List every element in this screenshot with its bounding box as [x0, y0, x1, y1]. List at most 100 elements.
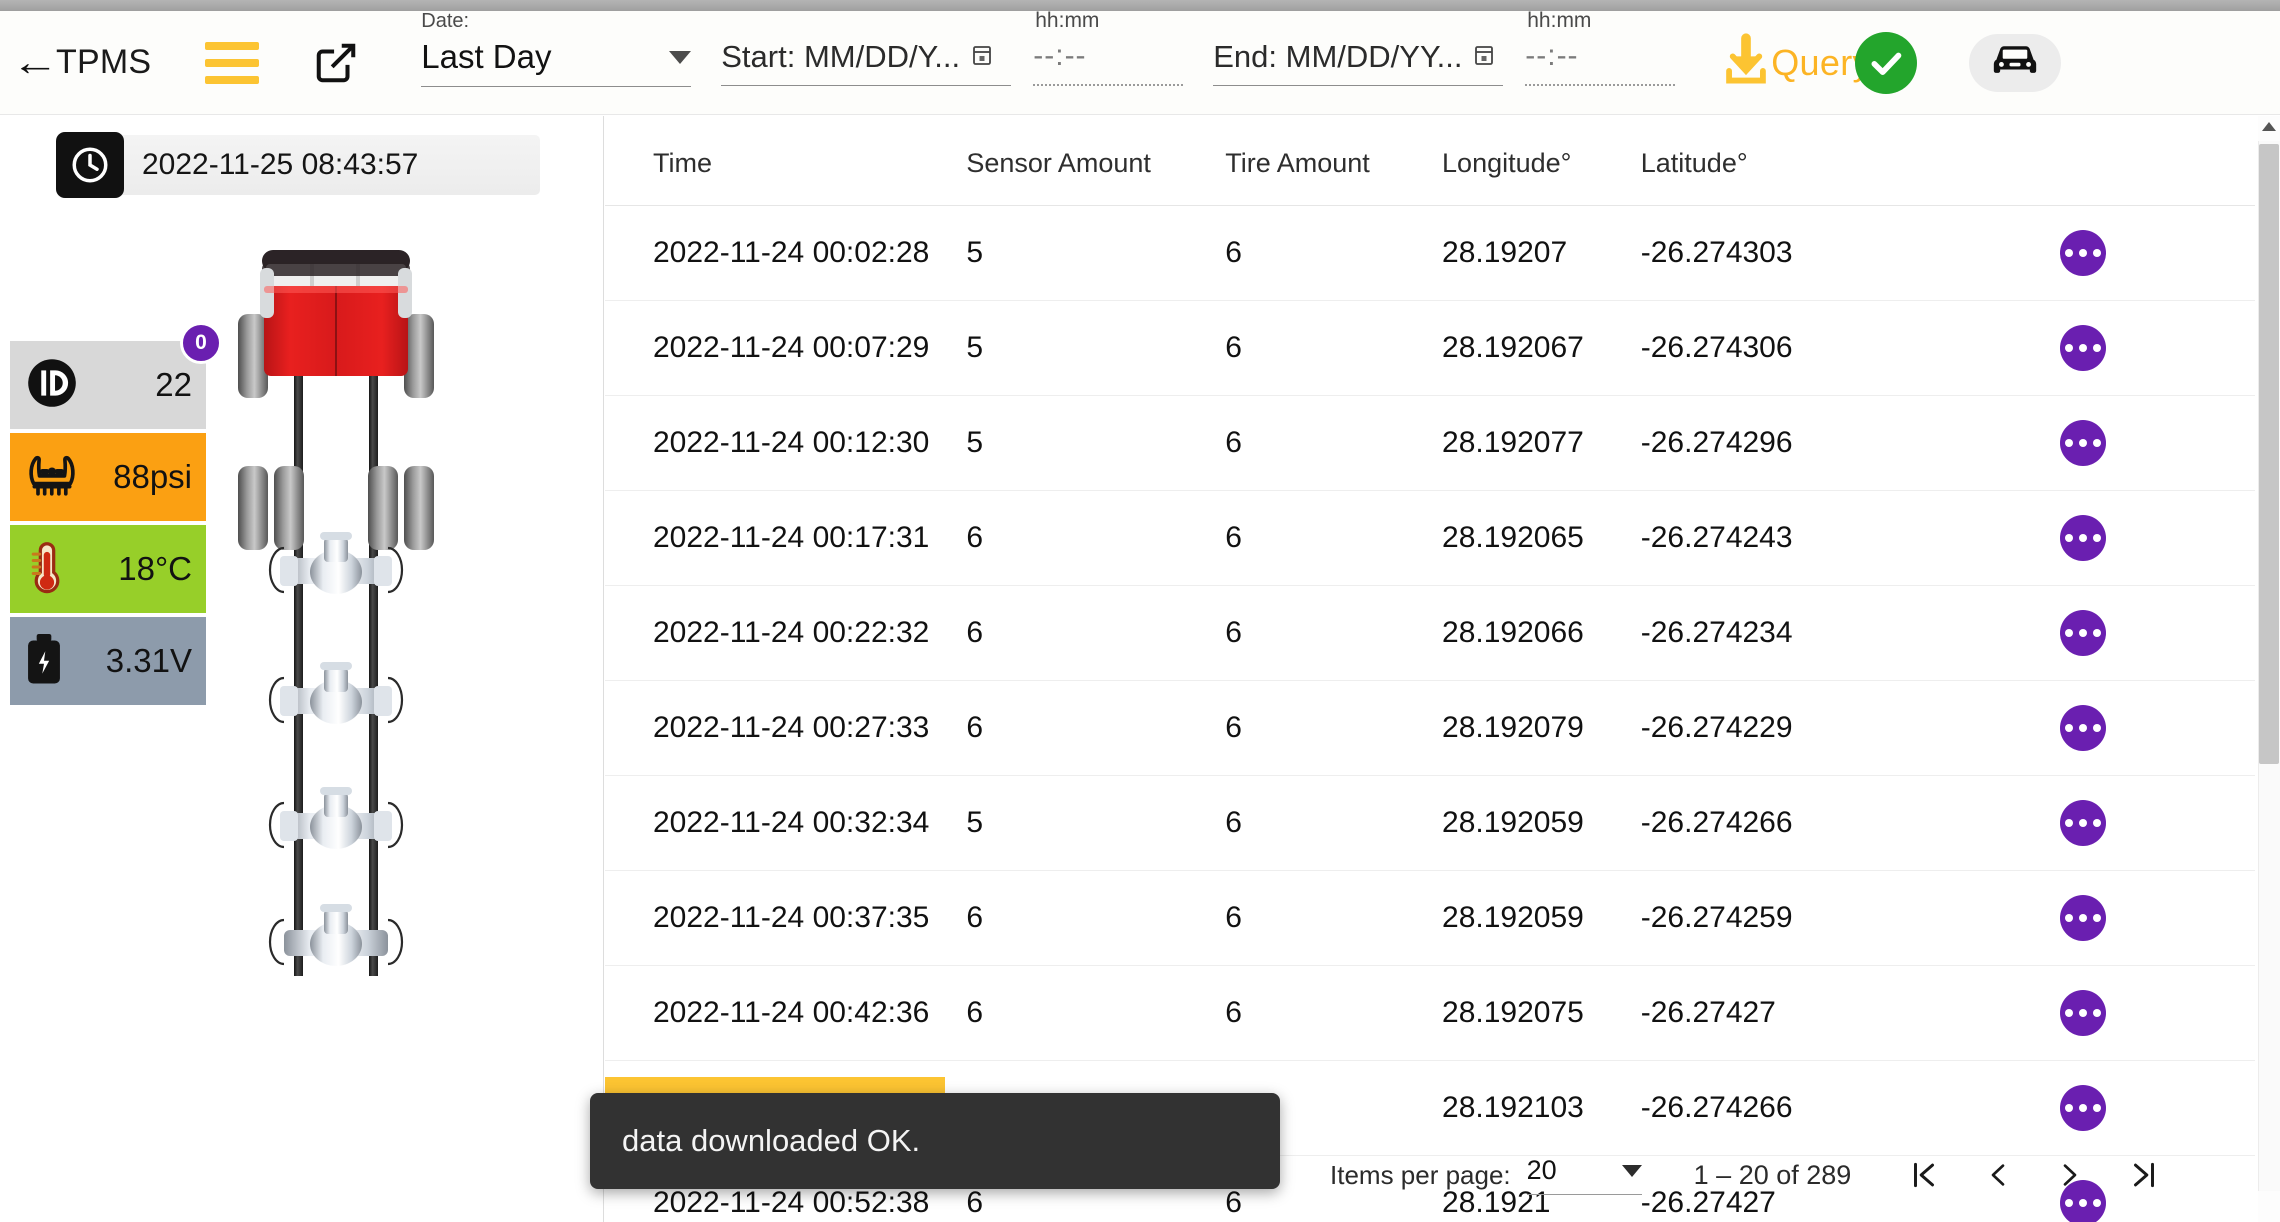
hamburger-menu-icon[interactable]	[203, 36, 261, 90]
cell-time: 2022-11-24 00:27:33	[605, 680, 967, 776]
cell-sensor-amount: 5	[966, 300, 1226, 396]
cell-sensor-amount: 5	[966, 775, 1226, 871]
toolbar: ← TPMS Date: Last Day Start: MM/DD/Y...	[0, 9, 2280, 115]
cell-latitude: -26.274234	[1640, 585, 2039, 681]
end-time-value: --:--	[1525, 39, 1579, 72]
cell-time: 2022-11-24 00:22:32	[605, 585, 967, 681]
column-header-sensor-amount[interactable]: Sensor Amount	[966, 116, 1226, 206]
column-header-longitude[interactable]: Longitude°	[1442, 116, 1641, 206]
readings-table: Time Sensor Amount Tire Amount Longitude…	[605, 116, 2255, 1222]
more-options-icon[interactable]	[2060, 895, 2107, 941]
items-per-page-select[interactable]: 20	[1526, 1155, 1642, 1195]
cell-actions	[2038, 490, 2255, 586]
cell-longitude: 28.192079	[1442, 680, 1641, 776]
back-button[interactable]: ← TPMS	[11, 43, 151, 82]
cell-sensor-amount: 6	[966, 680, 1226, 776]
column-header-time[interactable]: Time	[605, 116, 967, 206]
date-select-control[interactable]: Last Day	[421, 38, 692, 87]
cell-tire-amount: 6	[1225, 395, 1443, 491]
cell-time: 2022-11-24 00:37:35	[605, 870, 967, 966]
cell-sensor-amount: 5	[966, 205, 1226, 301]
next-page-icon[interactable]	[2055, 1155, 2085, 1195]
cell-tire-amount: 6	[1225, 585, 1443, 681]
more-options-icon[interactable]	[2060, 230, 2107, 276]
more-options-icon[interactable]	[2060, 1085, 2107, 1131]
cell-latitude: -26.27427	[1640, 965, 2039, 1061]
more-options-icon[interactable]	[2060, 990, 2107, 1036]
first-page-icon[interactable]	[1907, 1155, 1941, 1195]
scrollbar-thumb[interactable]	[2259, 144, 2279, 764]
more-options-icon[interactable]	[2060, 420, 2107, 466]
last-page-icon[interactable]	[2127, 1155, 2161, 1195]
scroll-up-icon[interactable]	[2262, 122, 2276, 131]
more-options-icon[interactable]	[2060, 705, 2107, 751]
cell-sensor-amount: 6	[966, 490, 1226, 586]
start-date-input[interactable]: Start: MM/DD/Y...	[721, 39, 1012, 86]
table-row[interactable]: 2022-11-24 00:02:28 5 6 28.19207 -26.274303	[605, 205, 2255, 301]
end-date-value: End: MM/DD/YY...	[1213, 39, 1463, 74]
window-title-bar	[0, 0, 2280, 11]
cell-longitude: 28.192059	[1442, 775, 1641, 871]
table-row[interactable]: 2022-11-24 00:22:32 6 6 28.192066 -26.274234	[605, 585, 2255, 681]
card-battery[interactable]: 3.31V	[10, 617, 206, 705]
more-options-icon[interactable]	[2060, 800, 2107, 846]
date-select-value: Last Day	[421, 38, 552, 75]
battery-icon	[24, 631, 64, 692]
cell-actions	[2038, 205, 2255, 301]
vertical-scrollbar[interactable]	[2258, 116, 2280, 1222]
page-range-label: 1 – 20 of 289	[1693, 1159, 1852, 1190]
column-header-tire-amount[interactable]: Tire Amount	[1225, 116, 1443, 206]
sensor-id-value: 22	[155, 366, 192, 403]
external-link-icon[interactable]	[313, 39, 359, 87]
table-row[interactable]: 2022-11-24 00:12:30 5 6 28.192077 -26.274296	[605, 395, 2255, 491]
toast-notification: data downloaded OK.	[590, 1093, 1280, 1189]
previous-page-icon[interactable]	[1983, 1155, 2013, 1195]
cell-actions	[2038, 870, 2255, 966]
table-row[interactable]: 2022-11-24 00:37:35 6 6 28.192059 -26.274259	[605, 870, 2255, 966]
vehicle-summary-panel: 2022-11-25 08:43:57 0 22 88psi 18°C 3.31…	[0, 116, 604, 1222]
cell-latitude: -26.274243	[1640, 490, 2039, 586]
cell-latitude: -26.274259	[1640, 870, 2039, 966]
calendar-icon[interactable]	[1472, 42, 1496, 73]
cell-actions	[2038, 585, 2255, 681]
arrow-left-icon: ←	[11, 41, 59, 84]
more-options-icon[interactable]	[2060, 515, 2107, 561]
calendar-icon[interactable]	[970, 42, 994, 73]
cell-tire-amount: 6	[1225, 205, 1443, 301]
vehicle-select-button[interactable]	[1968, 33, 2061, 92]
cell-sensor-amount: 6	[966, 870, 1226, 966]
date-range-select[interactable]: Date: Last Day	[421, 10, 692, 87]
check-circle-icon[interactable]	[1854, 31, 1917, 94]
card-sensor-id[interactable]: 0 22	[10, 322, 222, 429]
cell-longitude: 28.192075	[1442, 965, 1641, 1061]
cell-time: 2022-11-24 00:02:28	[605, 205, 967, 301]
chevron-down-icon	[669, 50, 692, 64]
end-date-input[interactable]: End: MM/DD/YY...	[1213, 39, 1504, 86]
table-row[interactable]: 2022-11-24 00:32:34 5 6 28.192059 -26.274266	[605, 775, 2255, 871]
table-row[interactable]: 2022-11-24 00:27:33 6 6 28.192079 -26.274229	[605, 680, 2255, 776]
table-row[interactable]: 2022-11-24 00:42:36 6 6 28.192075 -26.27427	[605, 965, 2255, 1061]
items-per-page-value: 20	[1526, 1155, 1557, 1185]
cell-latitude: -26.274303	[1640, 205, 2039, 301]
cell-time: 2022-11-24 00:32:34	[605, 775, 967, 871]
more-options-icon[interactable]	[2060, 610, 2107, 656]
query-button[interactable]: Query	[1717, 29, 1917, 96]
cell-actions	[2038, 775, 2255, 871]
end-time-input[interactable]: hh:mm --:--	[1525, 9, 1676, 86]
cell-longitude: 28.19207	[1442, 205, 1641, 301]
column-header-actions	[2038, 116, 2255, 206]
card-pressure[interactable]: 88psi	[10, 433, 206, 521]
table-header: Time Sensor Amount Tire Amount Longitude…	[605, 116, 2255, 206]
cell-actions	[2038, 965, 2255, 1061]
cell-tire-amount: 6	[1225, 300, 1443, 396]
start-time-input[interactable]: hh:mm --:--	[1033, 9, 1184, 86]
column-header-latitude[interactable]: Latitude°	[1640, 116, 2039, 206]
table-row[interactable]: 2022-11-24 00:07:29 5 6 28.192067 -26.274306	[605, 300, 2255, 396]
table-row[interactable]: 2022-11-24 00:17:31 6 6 28.192065 -26.274243	[605, 490, 2255, 586]
cell-latitude: -26.274306	[1640, 300, 2039, 396]
more-options-icon[interactable]	[2060, 325, 2107, 371]
pagination-buttons	[1907, 1155, 2161, 1195]
card-temperature[interactable]: 18°C	[10, 525, 206, 613]
application-root: ← TPMS Date: Last Day Start: MM/DD/Y...	[0, 0, 2280, 1222]
toast-message: data downloaded OK.	[622, 1123, 921, 1158]
